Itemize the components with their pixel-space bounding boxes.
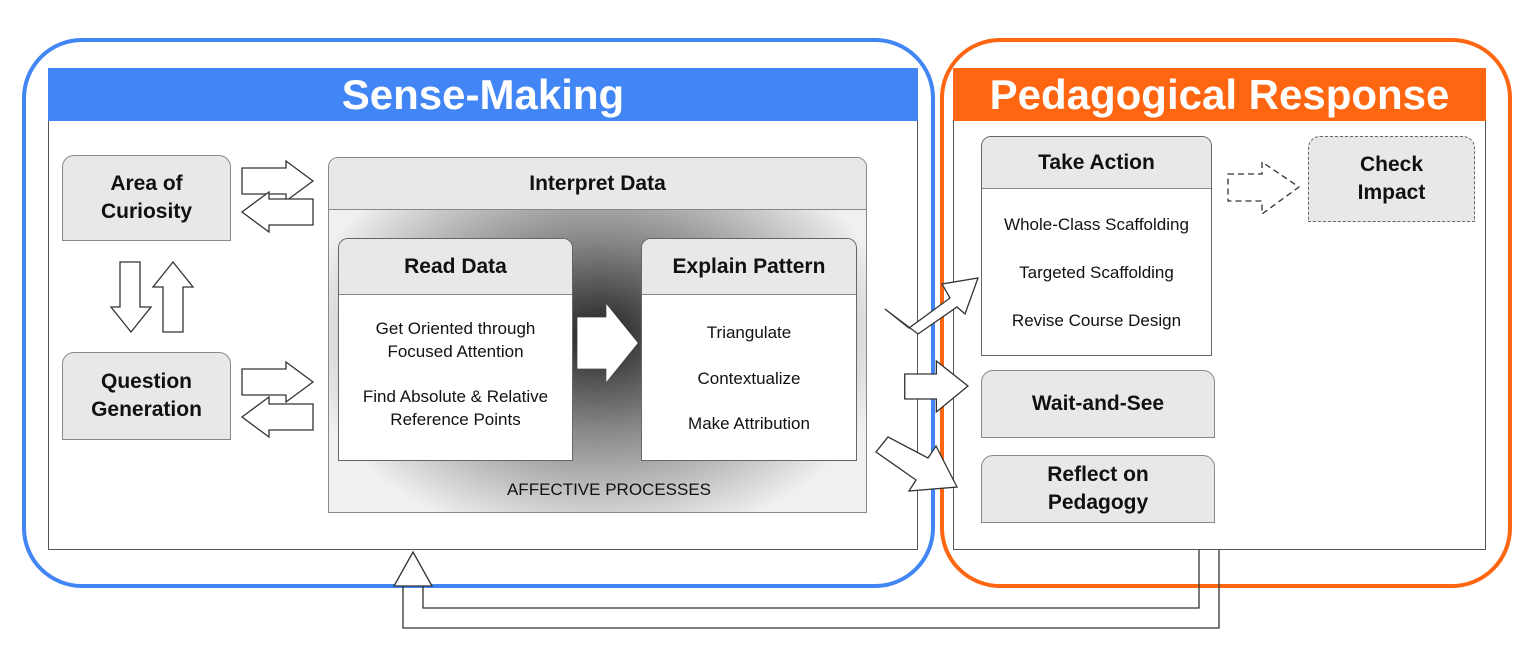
dashed-right-arrow-icon [1227, 160, 1301, 216]
down-arrow-icon [109, 261, 153, 334]
feedback-loop-arrow [402, 550, 1220, 629]
left-arrow-icon [240, 190, 314, 234]
diagram: Sense-Making Pedagogical Response Area o… [0, 0, 1536, 664]
feedback-loop-arrow [422, 550, 1200, 609]
up-arrow-icon [392, 550, 434, 587]
right-arrow-icon [904, 359, 970, 414]
left-arrow-icon [240, 395, 314, 439]
diagonal-arrow-icon [875, 436, 959, 492]
right-arrow-icon [241, 159, 315, 203]
diagonal-arrow-icon [884, 277, 979, 335]
arrows-layer [109, 159, 1301, 629]
up-arrow-icon [151, 260, 195, 333]
right-arrow-icon [241, 360, 315, 404]
